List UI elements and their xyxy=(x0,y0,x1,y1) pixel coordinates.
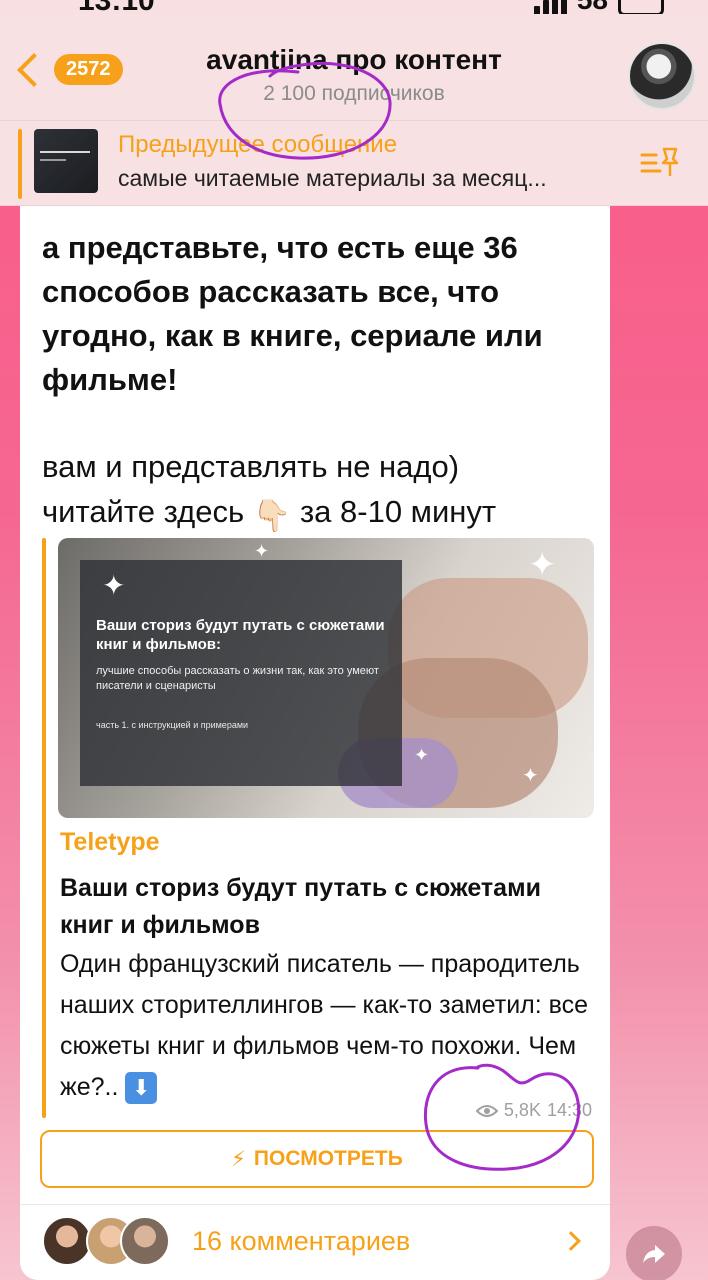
unread-count-badge: 2572 xyxy=(54,54,123,85)
view-count: 5,8K xyxy=(503,1100,541,1120)
pointing-down-icon: 👇🏻 xyxy=(252,498,292,533)
pin-list-icon[interactable] xyxy=(640,145,680,181)
pinned-indicator xyxy=(18,129,22,199)
image-title: Ваши сториз будут путать с сюжетами книг… xyxy=(96,617,385,653)
post-line-2: читайте здесь 👇🏻 за 8-10 минут xyxy=(42,489,602,534)
view-button-label: ПОСМОТРЕТЬ xyxy=(253,1147,403,1170)
link-site-name: Teletype xyxy=(60,828,160,856)
post-line-2-prefix: читайте здесь xyxy=(42,494,245,529)
commenter-avatar xyxy=(42,1216,92,1266)
eye-icon xyxy=(475,1104,498,1117)
image-part-label: часть 1. с инструкцией и примерами xyxy=(96,720,249,730)
pinned-thumbnail xyxy=(34,129,98,193)
post-line-2-suffix: за 8-10 минут xyxy=(299,494,497,529)
sparkle-icon: ✦ xyxy=(254,541,270,561)
comments-row[interactable]: 16 комментариев xyxy=(20,1210,610,1272)
divider xyxy=(20,1204,610,1205)
sparkle-icon: ✦ xyxy=(414,745,430,765)
pinned-message-bar[interactable]: Предыдущее сообщение самые читаемые мате… xyxy=(0,120,708,206)
battery-icon xyxy=(618,0,664,14)
message-card: а представьте, что есть еще 36 способов … xyxy=(20,206,610,1280)
view-article-button[interactable]: ⚡ ПОСМОТРЕТЬ xyxy=(40,1130,594,1188)
status-indicators: 58 xyxy=(533,0,664,14)
down-arrow-icon: ⬇ xyxy=(125,1072,158,1105)
chevron-left-icon xyxy=(17,52,51,87)
post-line-1: вам и представлять не надо) xyxy=(42,449,460,484)
share-arrow-icon xyxy=(643,1245,665,1263)
link-preview-accent-bar xyxy=(42,538,46,1118)
share-button[interactable] xyxy=(626,1226,682,1280)
post-text: вам и представлять не надо) читайте здес… xyxy=(42,444,602,534)
chat-header: 2572 avantiina про контент 2 100 подписч… xyxy=(0,14,708,120)
subscriber-count: 2 100 подписчиков xyxy=(263,82,445,105)
sparkle-icon: ✦ xyxy=(522,765,539,787)
status-time: 13:10 xyxy=(78,0,155,14)
message-time: 14:30 xyxy=(546,1100,592,1120)
pinned-text: самые читаемые материалы за месяц... xyxy=(118,165,547,191)
pinned-title: Предыдущее сообщение xyxy=(118,131,398,158)
link-title: Ваши сториз будут путать с сюжетами книг… xyxy=(60,874,541,939)
comments-count-label: 16 комментариев xyxy=(192,1226,411,1256)
image-text-box: Ваши сториз будут путать с сюжетами книг… xyxy=(80,560,402,786)
image-subtitle: лучшие способы рассказать о жизни так, к… xyxy=(96,665,379,692)
sparkle-icon: ✦ xyxy=(528,546,557,584)
channel-title[interactable]: avantiina про контент xyxy=(150,44,558,76)
message-meta: 5,8K 14:30 xyxy=(475,1100,592,1121)
status-bar: 13:10 58 xyxy=(0,0,708,14)
sparkle-icon: ✦ xyxy=(102,570,126,601)
signal-icon xyxy=(533,0,567,14)
link-preview-image[interactable]: Ваши сториз будут путать с сюжетами книг… xyxy=(58,538,594,818)
link-description: Один французский писатель — прародитель … xyxy=(60,944,600,1108)
lightning-icon: ⚡ xyxy=(231,1147,246,1171)
back-button[interactable]: 2572 xyxy=(14,52,123,87)
chevron-right-icon xyxy=(561,1231,581,1251)
channel-avatar[interactable] xyxy=(628,42,696,110)
post-bold-text: а представьте, что есть еще 36 способов … xyxy=(42,230,543,397)
commenter-avatar xyxy=(120,1216,170,1266)
battery-level: 58 xyxy=(577,0,608,14)
